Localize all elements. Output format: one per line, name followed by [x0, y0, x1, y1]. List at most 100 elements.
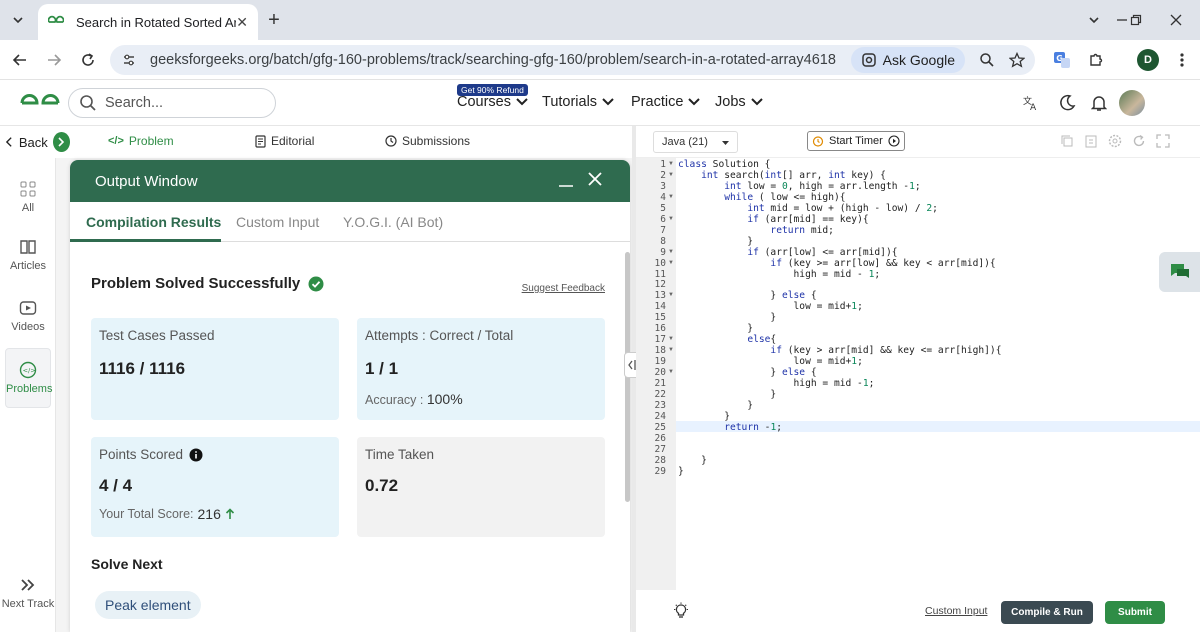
forward-arrow-icon[interactable]	[42, 48, 66, 72]
double-chevron-right-icon	[21, 579, 35, 591]
code-line[interactable]: }	[678, 466, 684, 477]
info-icon[interactable]	[189, 448, 203, 462]
expand-sidebar-icon[interactable]	[52, 132, 70, 152]
tab-close-icon[interactable]: ✕	[236, 14, 248, 31]
code-line[interactable]: return -1;	[678, 422, 782, 433]
nav-practice[interactable]: Practice	[631, 94, 701, 110]
code-line[interactable]: }	[678, 236, 753, 247]
fold-toggle-icon[interactable]: ▼	[668, 161, 674, 167]
back-arrow-icon[interactable]	[8, 48, 32, 72]
nav-jobs[interactable]: Jobs	[715, 94, 763, 110]
code-line[interactable]: }	[678, 411, 730, 422]
tab-submissions[interactable]: Submissions	[385, 134, 470, 148]
code-line[interactable]: high = mid - 1;	[678, 269, 881, 280]
fullscreen-icon[interactable]	[1156, 134, 1170, 148]
profile-avatar[interactable]: D	[1137, 49, 1159, 71]
sidebar-item-problems[interactable]: </> Problems	[5, 348, 52, 408]
fold-toggle-icon[interactable]: ▼	[668, 172, 674, 178]
tab-compilation-results[interactable]: Compilation Results	[86, 214, 221, 230]
attempts-value: 1 / 1	[365, 359, 399, 378]
dark-mode-icon[interactable]	[1058, 94, 1076, 112]
code-line[interactable]: int low = 0, high = arr.length -1;	[678, 181, 920, 192]
reload-icon[interactable]	[76, 48, 100, 72]
chevron-down-icon[interactable]	[1082, 8, 1106, 32]
language-icon[interactable]: 文A	[1022, 94, 1040, 112]
gfg-logo-icon[interactable]	[19, 92, 61, 114]
code-line[interactable]: }	[678, 323, 753, 334]
zoom-icon[interactable]	[979, 52, 995, 68]
tab-yogi-ai-bot[interactable]: Y.O.G.I. (AI Bot)	[343, 214, 443, 230]
tab-custom-input[interactable]: Custom Input	[236, 214, 319, 230]
code-line[interactable]: class Solution {	[678, 159, 770, 170]
new-tab-icon[interactable]: +	[262, 8, 286, 32]
language-select[interactable]: Java (21)	[653, 131, 738, 153]
code-line[interactable]: return mid;	[678, 225, 834, 236]
code-line[interactable]: }	[678, 455, 707, 466]
browser-tab[interactable]: Search in Rotated Sorted Array ✕	[38, 4, 258, 40]
nav-courses[interactable]: Courses	[457, 94, 528, 110]
submit-button[interactable]: Submit	[1105, 601, 1165, 624]
nav-practice-label: Practice	[631, 94, 684, 110]
fold-toggle-icon[interactable]: ▼	[668, 194, 674, 200]
code-line[interactable]: if (arr[low] <= arr[mid]){	[678, 247, 897, 258]
window-close-icon[interactable]	[1164, 8, 1188, 32]
copy-icon[interactable]	[1060, 134, 1074, 148]
code-line[interactable]: int search(int[] arr, int key) {	[678, 170, 886, 181]
window-restore-icon[interactable]	[1124, 8, 1148, 32]
code-line[interactable]: else{	[678, 334, 776, 345]
code-line[interactable]: } else {	[678, 367, 816, 378]
fold-toggle-icon[interactable]: ▼	[668, 347, 674, 353]
code-line[interactable]: if (key >= arr[low] && key < arr[mid]){	[678, 258, 995, 269]
site-search-input[interactable]: Search...	[68, 88, 276, 118]
next-track-button[interactable]: Next Track	[0, 576, 56, 610]
fold-toggle-icon[interactable]: ▼	[668, 336, 674, 342]
sidebar-item-all[interactable]: All	[0, 180, 56, 214]
code-line[interactable]: low = mid+1;	[678, 356, 863, 367]
notification-bell-icon[interactable]	[1091, 94, 1107, 112]
fold-toggle-icon[interactable]: ▼	[668, 249, 674, 255]
code-line[interactable]: while ( low <= high){	[678, 192, 845, 203]
code-line[interactable]: low = mid+1;	[678, 301, 863, 312]
ask-google-button[interactable]: Ask Google	[850, 47, 965, 73]
fold-toggle-icon[interactable]: ▼	[668, 260, 674, 266]
extensions-icon[interactable]	[1084, 48, 1108, 72]
code-editor[interactable]: 1 ▼ class Solution {2 ▼ int search(int[] ar…	[636, 158, 1200, 590]
code-line[interactable]: if (arr[mid] == key){	[678, 214, 868, 225]
fold-toggle-icon[interactable]: ▼	[668, 292, 674, 298]
bookmark-star-icon[interactable]	[1009, 52, 1025, 68]
suggest-feedback-link[interactable]: Suggest Feedback	[522, 283, 605, 294]
reset-icon[interactable]	[1132, 134, 1146, 148]
code-line[interactable]: }	[678, 389, 776, 400]
translate-icon[interactable]: G	[1050, 48, 1074, 72]
sidebar-item-videos[interactable]: Videos	[0, 299, 56, 333]
next-problem-chip[interactable]: Peak element	[95, 591, 201, 619]
site-settings-icon[interactable]	[122, 53, 136, 67]
compile-run-button[interactable]: Compile & Run	[1001, 601, 1093, 624]
minimize-icon[interactable]	[558, 172, 574, 188]
lightbulb-icon[interactable]	[672, 602, 690, 620]
tab-problem[interactable]: </> Problem	[108, 134, 174, 148]
code-line[interactable]: if (key > arr[mid] && key <= arr[high]){	[678, 345, 1001, 356]
settings-gear-icon[interactable]	[1108, 134, 1122, 148]
more-menu-icon[interactable]	[1170, 48, 1194, 72]
back-button[interactable]: Back	[0, 126, 70, 158]
sidebar-item-articles[interactable]: Articles	[0, 238, 56, 272]
user-avatar[interactable]	[1119, 90, 1145, 116]
code-line[interactable]: int mid = low + (high - low) / 2;	[678, 203, 938, 214]
close-icon[interactable]	[588, 172, 602, 186]
code-line[interactable]: } else {	[678, 290, 816, 301]
tab-editorial[interactable]: Editorial	[255, 134, 314, 148]
custom-input-link[interactable]: Custom Input	[925, 605, 987, 617]
fold-toggle-icon[interactable]: ▼	[668, 216, 674, 222]
chat-button[interactable]	[1159, 252, 1200, 292]
tab-list-icon[interactable]	[6, 8, 30, 32]
code-line[interactable]: }	[678, 312, 776, 323]
next-track-label: Next Track	[1, 598, 55, 610]
code-line[interactable]: high = mid -1;	[678, 378, 875, 389]
fold-toggle-icon[interactable]: ▼	[668, 369, 674, 375]
nav-tutorials[interactable]: Tutorials	[542, 94, 614, 110]
paste-icon[interactable]	[1084, 134, 1098, 148]
start-timer-button[interactable]: Start Timer	[807, 131, 905, 151]
url-field[interactable]: geeksforgeeks.org/batch/gfg-160-problems…	[110, 45, 1035, 75]
code-line[interactable]: }	[678, 400, 753, 411]
